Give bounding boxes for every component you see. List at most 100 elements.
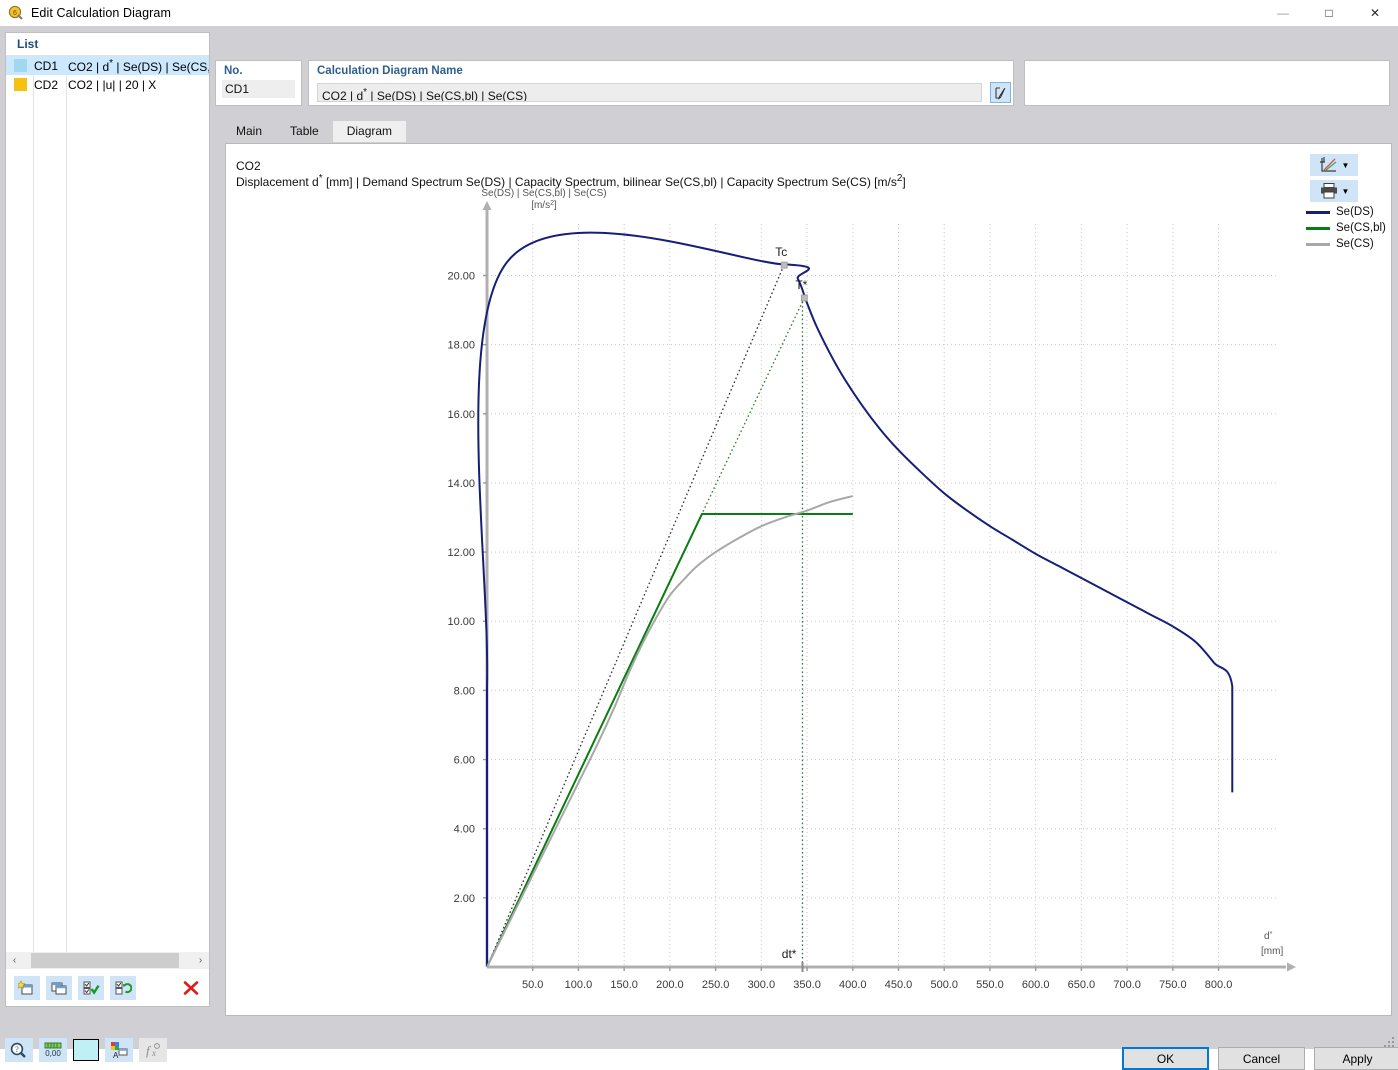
info-magnifier-icon: ? <box>10 1042 28 1058</box>
x-tick-label: 400.0 <box>839 979 867 991</box>
legend-label-se-csbl: Se(CS,bl) <box>1336 222 1386 234</box>
printer-icon <box>1319 182 1339 200</box>
y-tick-label: 4.00 <box>454 824 475 836</box>
edit-pencil-icon[interactable] <box>990 82 1011 103</box>
delete-item-button[interactable] <box>178 976 204 1000</box>
x-tick-label: 250.0 <box>702 979 730 991</box>
y-axis-title: Se(DS) | Se(CS,bl) | Se(CS) <box>481 188 606 199</box>
x-tick-label: 750.0 <box>1159 979 1187 991</box>
color-swatch <box>14 78 27 91</box>
formula-button: f x <box>139 1038 167 1062</box>
color-swatch-cell <box>6 78 34 91</box>
scrollbar-thumb[interactable] <box>31 953 179 968</box>
scroll-right-icon[interactable]: › <box>192 952 209 969</box>
render-settings-icon: A <box>109 1041 129 1059</box>
tab-diagram[interactable]: Diagram <box>333 121 406 142</box>
x-tick-label: 150.0 <box>610 979 638 991</box>
help-info-button[interactable]: ? <box>5 1038 33 1062</box>
svg-text:x: x <box>151 1048 156 1058</box>
chart-tick-labels: 50.0 100.0 150.0 200.0 250.0 300.0 350.0 400.0 4… <box>447 270 1232 991</box>
list-item[interactable]: CD2 CO2 | |u| | 20 | X <box>6 75 209 94</box>
chart-legend: Se(DS) Se(CS,bl) Se(CS) <box>1306 204 1393 252</box>
fx-icon: f x <box>143 1041 163 1059</box>
scrollbar-track[interactable] <box>23 952 192 969</box>
plot-area[interactable]: 50.0 100.0 150.0 200.0 250.0 300.0 350.0 400.0 4… <box>226 144 1393 1017</box>
svg-text:6: 6 <box>13 10 17 17</box>
new-item-button[interactable] <box>14 976 40 1000</box>
Tc-line <box>487 264 784 967</box>
y-tick-label: 6.00 <box>454 755 475 767</box>
dialog-button-bar: OK Cancel Apply <box>1122 1047 1398 1070</box>
scroll-left-icon[interactable]: ‹ <box>6 952 23 969</box>
resize-grip[interactable] <box>1384 1035 1396 1047</box>
svg-text:?: ? <box>15 1045 19 1054</box>
close-button[interactable]: ✕ <box>1352 0 1398 26</box>
x-axis-unit: [mm] <box>1261 946 1283 957</box>
x-tick-label: 800.0 <box>1205 979 1233 991</box>
ok-button[interactable]: OK <box>1122 1047 1209 1070</box>
x-tick-label: 550.0 <box>976 979 1004 991</box>
x-tick-label: 100.0 <box>565 979 593 991</box>
render-settings-button[interactable]: A <box>105 1038 133 1062</box>
x-tick-label: 350.0 <box>793 979 821 991</box>
no-field-group: No. CD1 <box>215 60 302 106</box>
x-tick-label: 300.0 <box>748 979 776 991</box>
plot-svg: 50.0 100.0 150.0 200.0 250.0 300.0 350.0 400.0 4… <box>226 144 1393 1017</box>
tab-table[interactable]: Table <box>276 121 333 142</box>
print-button[interactable]: ▼ <box>1310 180 1358 202</box>
no-field-value: CD1 <box>222 80 295 98</box>
list-header-label: List <box>6 33 209 55</box>
series-line-se-ds- <box>478 233 1232 967</box>
annotation-marker <box>801 295 807 301</box>
dialog-body: List CD1 CO2 | d* | Se(DS) | Se(CS,bl) |… <box>0 26 1398 1049</box>
list-panel: List CD1 CO2 | d* | Se(DS) | Se(CS,bl) |… <box>5 32 210 1007</box>
chevron-down-icon[interactable]: ▼ <box>1342 161 1350 170</box>
color-swatch-button[interactable] <box>73 1039 99 1061</box>
decimal-places-icon: 0,00 <box>43 1041 63 1059</box>
maximize-button[interactable]: □ <box>1306 0 1352 26</box>
bottom-toolbar: ? 0,00 A <box>5 1033 225 1067</box>
y-tick-label: 12.00 <box>447 547 475 559</box>
list-horizontal-scrollbar[interactable]: ‹ › <box>6 952 209 969</box>
minimize-button[interactable]: — <box>1260 0 1306 26</box>
y-tick-label: 14.00 <box>447 478 475 490</box>
apply-button[interactable]: Apply <box>1314 1047 1398 1070</box>
svg-text:0,00: 0,00 <box>45 1049 61 1058</box>
decimal-places-button[interactable]: 0,00 <box>39 1038 67 1062</box>
name-field-label: Calculation Diagram Name <box>309 61 1013 77</box>
x-tick-label: 50.0 <box>522 979 543 991</box>
list-item[interactable]: CD1 CO2 | d* | Se(DS) | Se(CS,bl) | <box>6 56 209 75</box>
y-axis-arrow <box>483 201 492 210</box>
chart-axis-titles: Se(DS) | Se(CS,bl) | Se(CS)[m/s2] d* [mm] <box>481 188 1283 957</box>
x-tick-label: 500.0 <box>930 979 958 991</box>
legend-line-se-csbl <box>1306 227 1330 230</box>
color-swatch <box>14 59 27 72</box>
x-tick-label: 200.0 <box>656 979 684 991</box>
select-all-button[interactable] <box>78 976 104 1000</box>
legend-line-se-cs <box>1306 243 1330 246</box>
legend-item-se-ds: Se(DS) <box>1306 204 1393 220</box>
list-item-description: CO2 | |u| | 20 | X <box>68 78 209 92</box>
y-axis-unit-full: [m/s2] <box>531 200 557 211</box>
invert-selection-button[interactable] <box>110 976 136 1000</box>
chart-axes <box>483 201 1297 972</box>
y-tick-label: 20.00 <box>447 270 475 282</box>
x-axis-title: d* <box>1264 931 1273 942</box>
name-input[interactable]: CO2 | d* | Se(DS) | Se(CS,bl) | Se(CS) <box>317 83 982 102</box>
svg-text:A: A <box>113 1051 119 1059</box>
list-rows: CD1 CO2 | d* | Se(DS) | Se(CS,bl) | CD2 … <box>6 56 209 94</box>
legend-item-se-csbl: Se(CS,bl) <box>1306 220 1393 236</box>
chart-series <box>478 233 1232 967</box>
x-tick-label: 650.0 <box>1068 979 1096 991</box>
cancel-button[interactable]: Cancel <box>1218 1047 1305 1070</box>
copy-item-button[interactable] <box>46 976 72 1000</box>
list-item-no: CD1 <box>34 59 68 73</box>
graph-settings-button[interactable]: ▼ <box>1310 154 1358 176</box>
list-item-description: CO2 | d* | Se(DS) | Se(CS,bl) | <box>68 58 209 74</box>
chart-reference-lines <box>487 264 804 967</box>
tab-main[interactable]: Main <box>222 121 276 142</box>
app-icon: 6 <box>8 5 24 21</box>
legend-line-se-ds <box>1306 211 1330 214</box>
graph-settings-icon <box>1319 156 1339 174</box>
chevron-down-icon[interactable]: ▼ <box>1342 187 1350 196</box>
